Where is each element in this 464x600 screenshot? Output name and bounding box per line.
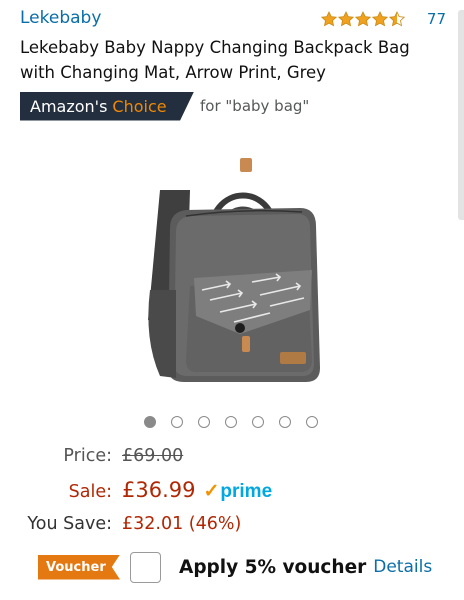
carousel-dot[interactable] — [279, 416, 291, 428]
you-save-row: You Save: £32.01 (46%) — [0, 514, 241, 542]
voucher-tag: Voucher — [38, 554, 120, 580]
carousel-dot[interactable] — [144, 416, 156, 428]
voucher-details-link[interactable]: Details — [373, 557, 432, 577]
list-price-label: Price: — [63, 446, 112, 466]
scroll-indicator[interactable] — [458, 10, 464, 220]
rating[interactable]: 77 — [320, 10, 446, 28]
amazons-choice-badge: Amazon's Choice — [20, 91, 194, 121]
star-full-icon — [320, 11, 337, 27]
badge-label: Amazon's — [30, 96, 108, 116]
star-rating — [320, 11, 405, 27]
badge-accent: Choice — [112, 96, 167, 116]
star-full-icon — [354, 11, 371, 27]
rating-count[interactable]: 77 — [427, 10, 446, 28]
carousel-dot[interactable] — [225, 416, 237, 428]
voucher-checkbox[interactable] — [130, 551, 161, 583]
badge-keyword: for "baby bag" — [200, 97, 310, 115]
star-full-icon — [371, 11, 388, 27]
you-save-value: £32.01 (46%) — [122, 514, 242, 534]
carousel-dot[interactable] — [252, 416, 264, 428]
brand-link[interactable]: Lekebaby — [20, 8, 101, 28]
carousel-dot[interactable] — [198, 416, 210, 428]
carousel-dot[interactable] — [306, 416, 318, 428]
prime-label: prime — [220, 481, 273, 502]
sale-price-row: Sale: £36.99 ✓ prime — [0, 478, 273, 506]
sale-price-value: £36.99 — [122, 478, 196, 502]
prime-check-icon: ✓ — [203, 481, 220, 502]
amazons-choice-row: Amazon's Choice for "baby bag" — [20, 91, 309, 121]
product-title: Lekebaby Baby Nappy Changing Backpack Ba… — [20, 38, 410, 82]
product-image[interactable] — [130, 150, 340, 394]
you-save-label: You Save: — [27, 514, 112, 534]
carousel-dot[interactable] — [171, 416, 183, 428]
list-price-value: £69.00 — [122, 446, 184, 466]
prime-badge[interactable]: ✓ prime — [203, 480, 272, 503]
list-price-row: Price: £69.00 — [0, 446, 183, 474]
star-full-icon — [337, 11, 354, 27]
carousel-dots — [144, 416, 318, 428]
brand-row: Lekebaby 77 — [20, 8, 446, 32]
voucher-row: Voucher Apply 5% voucher Details — [38, 551, 432, 583]
star-half-icon — [388, 11, 405, 27]
voucher-text: Apply 5% voucher — [179, 556, 367, 578]
sale-price-label: Sale: — [68, 482, 112, 502]
